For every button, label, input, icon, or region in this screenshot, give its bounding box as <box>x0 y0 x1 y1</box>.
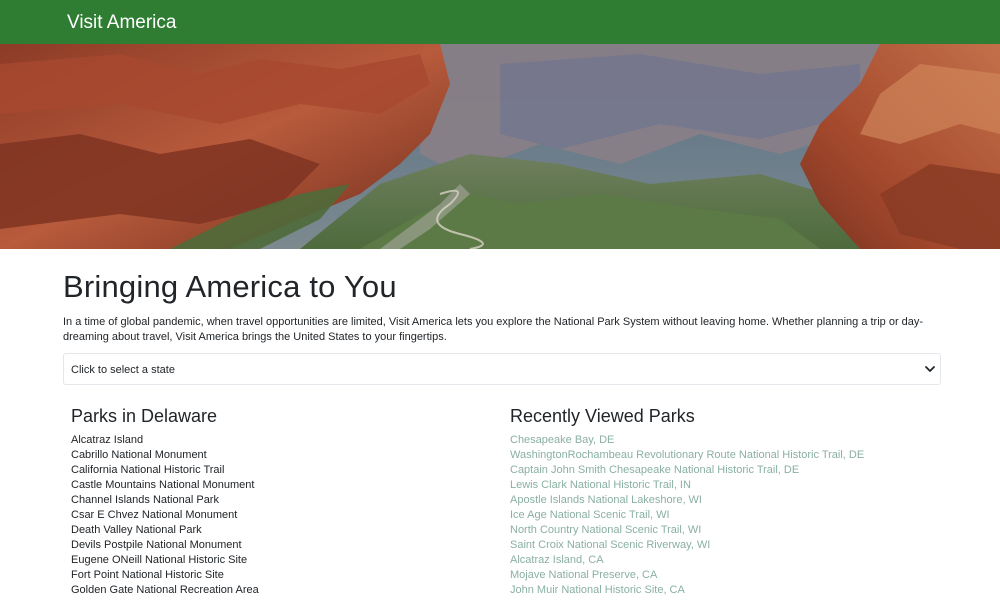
park-item[interactable]: Golden Gate National Recreation Area <box>71 583 491 598</box>
recent-heading: Recently Viewed Parks <box>510 406 695 426</box>
park-item[interactable]: Fort Point National Historic Site <box>71 568 491 583</box>
state-select[interactable]: Click to select a state <box>63 353 941 385</box>
park-item[interactable]: Channel Islands National Park <box>71 493 491 508</box>
park-item[interactable]: Eugene ONeill National Historic Site <box>71 553 491 568</box>
park-item[interactable]: Death Valley National Park <box>71 523 491 538</box>
park-item[interactable]: Devils Postpile National Monument <box>71 538 491 553</box>
recent-park-link[interactable]: Mojave National Preserve, CA <box>510 568 930 583</box>
park-item[interactable]: California National Historic Trail <box>71 463 491 478</box>
recent-section: Recently Viewed Parks Chesapeake Bay, DE… <box>510 405 930 598</box>
recent-park-link[interactable]: Lewis Clark National Historic Trail, IN <box>510 478 930 493</box>
recent-list: Chesapeake Bay, DE WashingtonRochambeau … <box>510 433 930 598</box>
recent-park-link[interactable]: North Country National Scenic Trail, WI <box>510 523 930 538</box>
intro-text: In a time of global pandemic, when trave… <box>63 316 924 343</box>
recent-park-link[interactable]: Ice Age National Scenic Trail, WI <box>510 508 930 523</box>
brand-link[interactable]: Visit America <box>67 12 176 34</box>
recent-park-link[interactable]: Chesapeake Bay, DE <box>510 433 930 448</box>
recent-park-link[interactable]: Saint Croix National Scenic Riverway, WI <box>510 538 930 553</box>
parks-list: Alcatraz Island Cabrillo National Monume… <box>71 433 491 598</box>
chevron-down-icon <box>925 366 935 372</box>
page-title: Bringing America to You <box>63 269 397 304</box>
recent-park-link[interactable]: WashingtonRochambeau Revolutionary Route… <box>510 448 930 463</box>
parks-section: Parks in Delaware Alcatraz Island Cabril… <box>71 405 491 598</box>
state-select-value: Click to select a state <box>71 364 175 376</box>
recent-park-link[interactable]: Apostle Islands National Lakeshore, WI <box>510 493 930 508</box>
canyon-landscape-image <box>0 44 1000 249</box>
park-item[interactable]: Castle Mountains National Monument <box>71 478 491 493</box>
park-item[interactable]: Csar E Chvez National Monument <box>71 508 491 523</box>
park-item[interactable]: Cabrillo National Monument <box>71 448 491 463</box>
recent-park-link[interactable]: John Muir National Historic Site, CA <box>510 583 930 598</box>
navbar: Visit America <box>0 0 1000 44</box>
park-item[interactable]: Alcatraz Island <box>71 433 491 448</box>
parks-heading: Parks in Delaware <box>71 406 218 426</box>
hero-image <box>0 44 1000 249</box>
recent-park-link[interactable]: Alcatraz Island, CA <box>510 553 930 568</box>
recent-park-link[interactable]: Captain John Smith Chesapeake National H… <box>510 463 930 478</box>
